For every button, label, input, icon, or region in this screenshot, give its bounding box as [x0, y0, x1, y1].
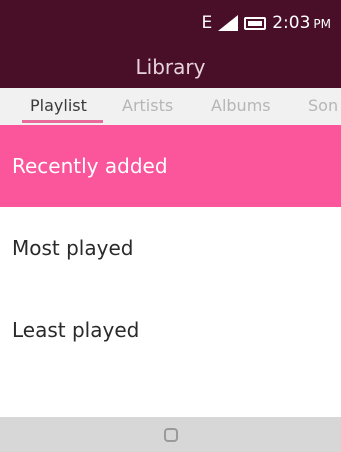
list-item-label: Most played: [12, 236, 134, 260]
network-type: E: [201, 13, 213, 33]
page-title: Library: [135, 55, 206, 79]
list-item-most-played[interactable]: Most played: [0, 207, 341, 289]
list-item-recently-added[interactable]: Recently added: [0, 125, 341, 207]
battery-icon: [244, 16, 267, 30]
tab-bar: Playlist Artists Albums Son: [0, 88, 341, 125]
list-item-least-played[interactable]: Least played: [0, 289, 341, 371]
circle-icon[interactable]: [163, 427, 178, 442]
tab-albums[interactable]: Albums: [211, 96, 271, 115]
tab-songs[interactable]: Son: [308, 96, 338, 115]
status-indicators: E 2:03 PM: [201, 10, 331, 36]
list-item-label: Least played: [12, 318, 140, 342]
time-ampm: PM: [313, 17, 331, 31]
signal-icon: [218, 15, 239, 31]
status-bar: E 2:03 PM: [0, 0, 341, 46]
tab-artists[interactable]: Artists: [122, 96, 173, 115]
time-value: 2:03: [272, 13, 311, 33]
status-time: 2:03 PM: [272, 13, 331, 33]
list-item-label: Recently added: [12, 154, 168, 178]
tab-playlist[interactable]: Playlist: [30, 96, 87, 115]
softkey-bar: [0, 417, 341, 452]
playlist-list: Recently added Most played Least played: [0, 125, 341, 371]
page-header: Library: [0, 46, 341, 88]
active-tab-indicator: [22, 120, 103, 123]
